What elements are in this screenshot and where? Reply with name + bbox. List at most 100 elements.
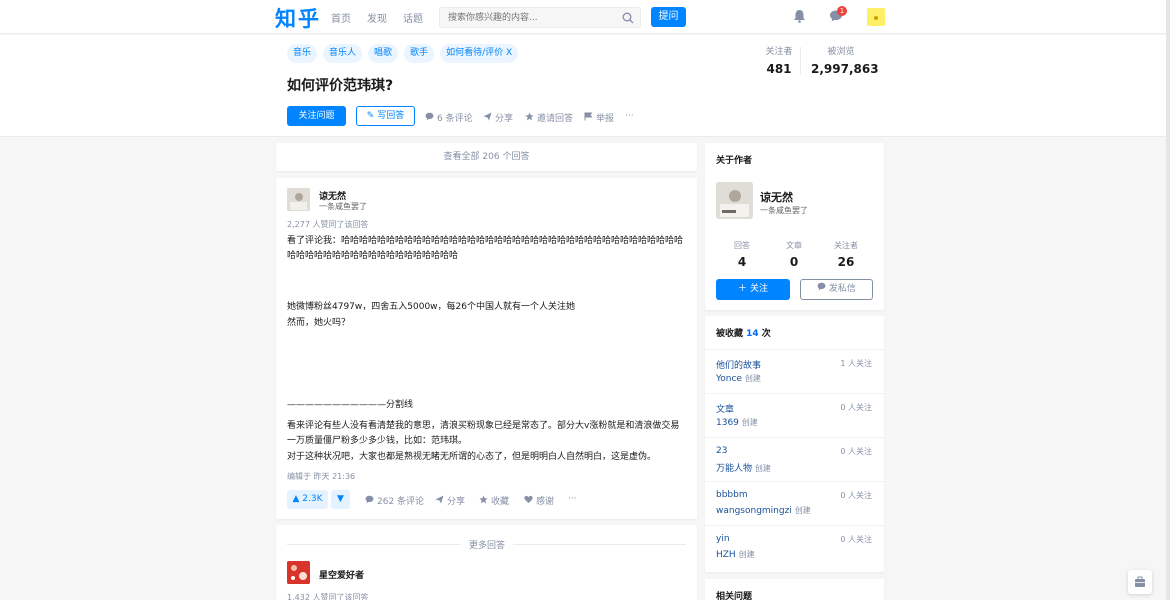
collection-followers: 0 人关注 [840,447,872,456]
nav-home[interactable]: 首页 [331,10,351,25]
collection-name[interactable]: 他们的故事 [716,358,761,371]
zhihu-logo[interactable]: 知乎 [275,3,321,33]
author-avatar[interactable] [287,561,310,584]
question-comments-button[interactable]: 6 条评论 [425,111,473,124]
more-options-button[interactable]: ··· [625,111,634,121]
related-questions-title: 相关问题 [716,592,753,600]
collection-item[interactable]: 23 万能人物 创建 0 人关注 [705,437,884,481]
collection-item[interactable]: bbbbm wangsongmingzi 创建 0 人关注 [705,481,884,525]
answer-paragraph: 看了评论我：哈哈哈哈哈哈哈哈哈哈哈哈哈哈哈哈哈哈哈哈哈哈哈哈哈哈哈哈哈哈哈哈哈哈… [287,236,684,261]
author-name[interactable]: 谅无然 [760,189,793,205]
collection-item[interactable]: yin HZH 创建 0 人关注 [705,525,884,569]
author-name[interactable]: 星空爱好者 [319,568,364,581]
followers-stat: 关注者 481 [764,44,794,76]
answer-paragraph: 然而，她火吗？ [287,318,351,328]
search-box [439,7,641,28]
stat-divider [800,47,801,75]
nav-discover[interactable]: 发现 [367,10,387,25]
author-avatar-large[interactable] [716,182,753,219]
invite-answer-button[interactable]: 邀请回答 [525,111,573,124]
collection-name[interactable]: bbbbm [716,490,748,500]
comment-icon [365,495,374,507]
heart-icon [524,495,533,507]
answer-card: 谅无然 一条咸鱼罢了 2,277 人赞同了该回答 看了评论我：哈哈哈哈哈哈哈哈哈… [276,178,697,519]
collection-name[interactable]: yin [716,534,730,544]
scrollbar-track[interactable] [1166,0,1170,600]
favorite-button[interactable]: 收藏 [479,494,509,507]
collection-creator[interactable]: 万能人物 创建 [716,461,771,474]
creator-name[interactable]: 万能人物 [716,464,752,474]
stat-value: 4 [737,255,747,269]
topic-tag[interactable]: 歌手 [404,44,435,63]
write-answer-button[interactable]: ✎ 写回答 [356,106,415,126]
topic-tag[interactable]: 音乐 [287,44,318,63]
star-icon [525,111,534,124]
view-all-answers-link[interactable]: 查看全部 206 个回答 [276,143,697,171]
question-title: 如何评价范玮琪? [287,78,394,94]
author-bio: 一条咸鱼罢了 [760,206,808,215]
more-answers-label: 更多回答 [461,538,514,551]
nav-topics[interactable]: 话题 [403,10,423,25]
ask-question-button[interactable]: 提问 [651,7,686,27]
upvote-button[interactable]: ▲ 2.3K [287,490,328,509]
creator-name[interactable]: wangsongmingzi [716,506,792,516]
top-navbar: 知乎 首页 发现 话题 提问 1 [0,0,1170,34]
followers-label: 关注者 [765,47,793,57]
user-avatar[interactable] [867,8,885,26]
send-message-button[interactable]: 发私信 [800,279,873,300]
stat-label: 关注者 [834,241,858,250]
floating-toolbox-button[interactable] [1128,570,1152,594]
collection-followers: 0 人关注 [840,491,872,500]
question-share-label: 分享 [495,114,514,124]
search-icon[interactable] [622,12,634,28]
author-articles-stat[interactable]: 文章 0 [769,240,819,269]
collection-item[interactable]: 文章 1369 创建 0 人关注 [705,393,884,437]
comment-icon [425,112,434,124]
creator-name[interactable]: Yonce [716,374,742,384]
created-label: 创建 [754,464,771,473]
collection-creator[interactable]: Yonce 创建 [716,373,761,384]
search-input[interactable] [440,8,610,27]
report-button[interactable]: 举报 [584,111,614,124]
collection-creator[interactable]: 1369 创建 [716,417,758,428]
topic-tag[interactable]: 如何看待/评价 X [440,44,519,63]
author-followers-stat[interactable]: 关注者 26 [821,240,871,269]
answer-paragraph: 对于这种状况吧，大家也都是熟视无睹无所谓的心态了，但是明明白人自然明白，这是虚伪… [287,452,657,462]
created-label: 创建 [794,506,811,515]
stat-value: 26 [837,255,855,269]
collection-name[interactable]: 文章 [716,402,734,415]
briefcase-icon [1134,576,1146,592]
collection-name[interactable]: 23 [716,446,727,456]
collection-item[interactable]: 他们的故事 Yonce 创建 1 人关注 [705,349,884,393]
collection-creator[interactable]: HZH 创建 [716,549,755,560]
share-icon [435,495,444,507]
followers-count: 481 [766,62,792,76]
answer-share-button[interactable]: 分享 [435,494,465,507]
pencil-icon: ✎ [366,111,375,121]
thanks-label: 感谢 [536,497,555,507]
answer-comments-button[interactable]: 262 条评论 [365,494,424,507]
follow-question-button[interactable]: 关注问题 [287,106,346,126]
stat-label: 回答 [734,241,750,250]
answer-more-button[interactable]: ··· [568,494,577,504]
about-author-title: 关于作者 [716,156,753,166]
author-avatar[interactable] [287,188,310,211]
follow-author-button[interactable]: ＋ 关注 [716,279,790,300]
topic-tag[interactable]: 唱歌 [368,44,399,63]
stat-label: 文章 [786,241,802,250]
bell-icon[interactable] [793,9,806,27]
collection-creator[interactable]: wangsongmingzi 创建 [716,505,811,516]
creator-name[interactable]: HZH [716,550,736,560]
stat-value: 0 [789,255,799,269]
thanks-button[interactable]: 感谢 [524,494,554,507]
notification-badge: 1 [837,6,847,16]
creator-name[interactable]: 1369 [716,418,739,428]
collection-followers: 0 人关注 [840,535,872,544]
author-answers-stat[interactable]: 回答 4 [717,240,767,269]
topic-tag[interactable]: 音乐人 [323,44,363,63]
question-share-button[interactable]: 分享 [483,111,513,124]
edited-time: 编辑于 昨天 21:36 [287,472,356,481]
views-label: 被浏览 [827,47,855,57]
collections-title-suffix: 次 [758,329,771,339]
downvote-button[interactable]: ▼ [331,490,350,509]
